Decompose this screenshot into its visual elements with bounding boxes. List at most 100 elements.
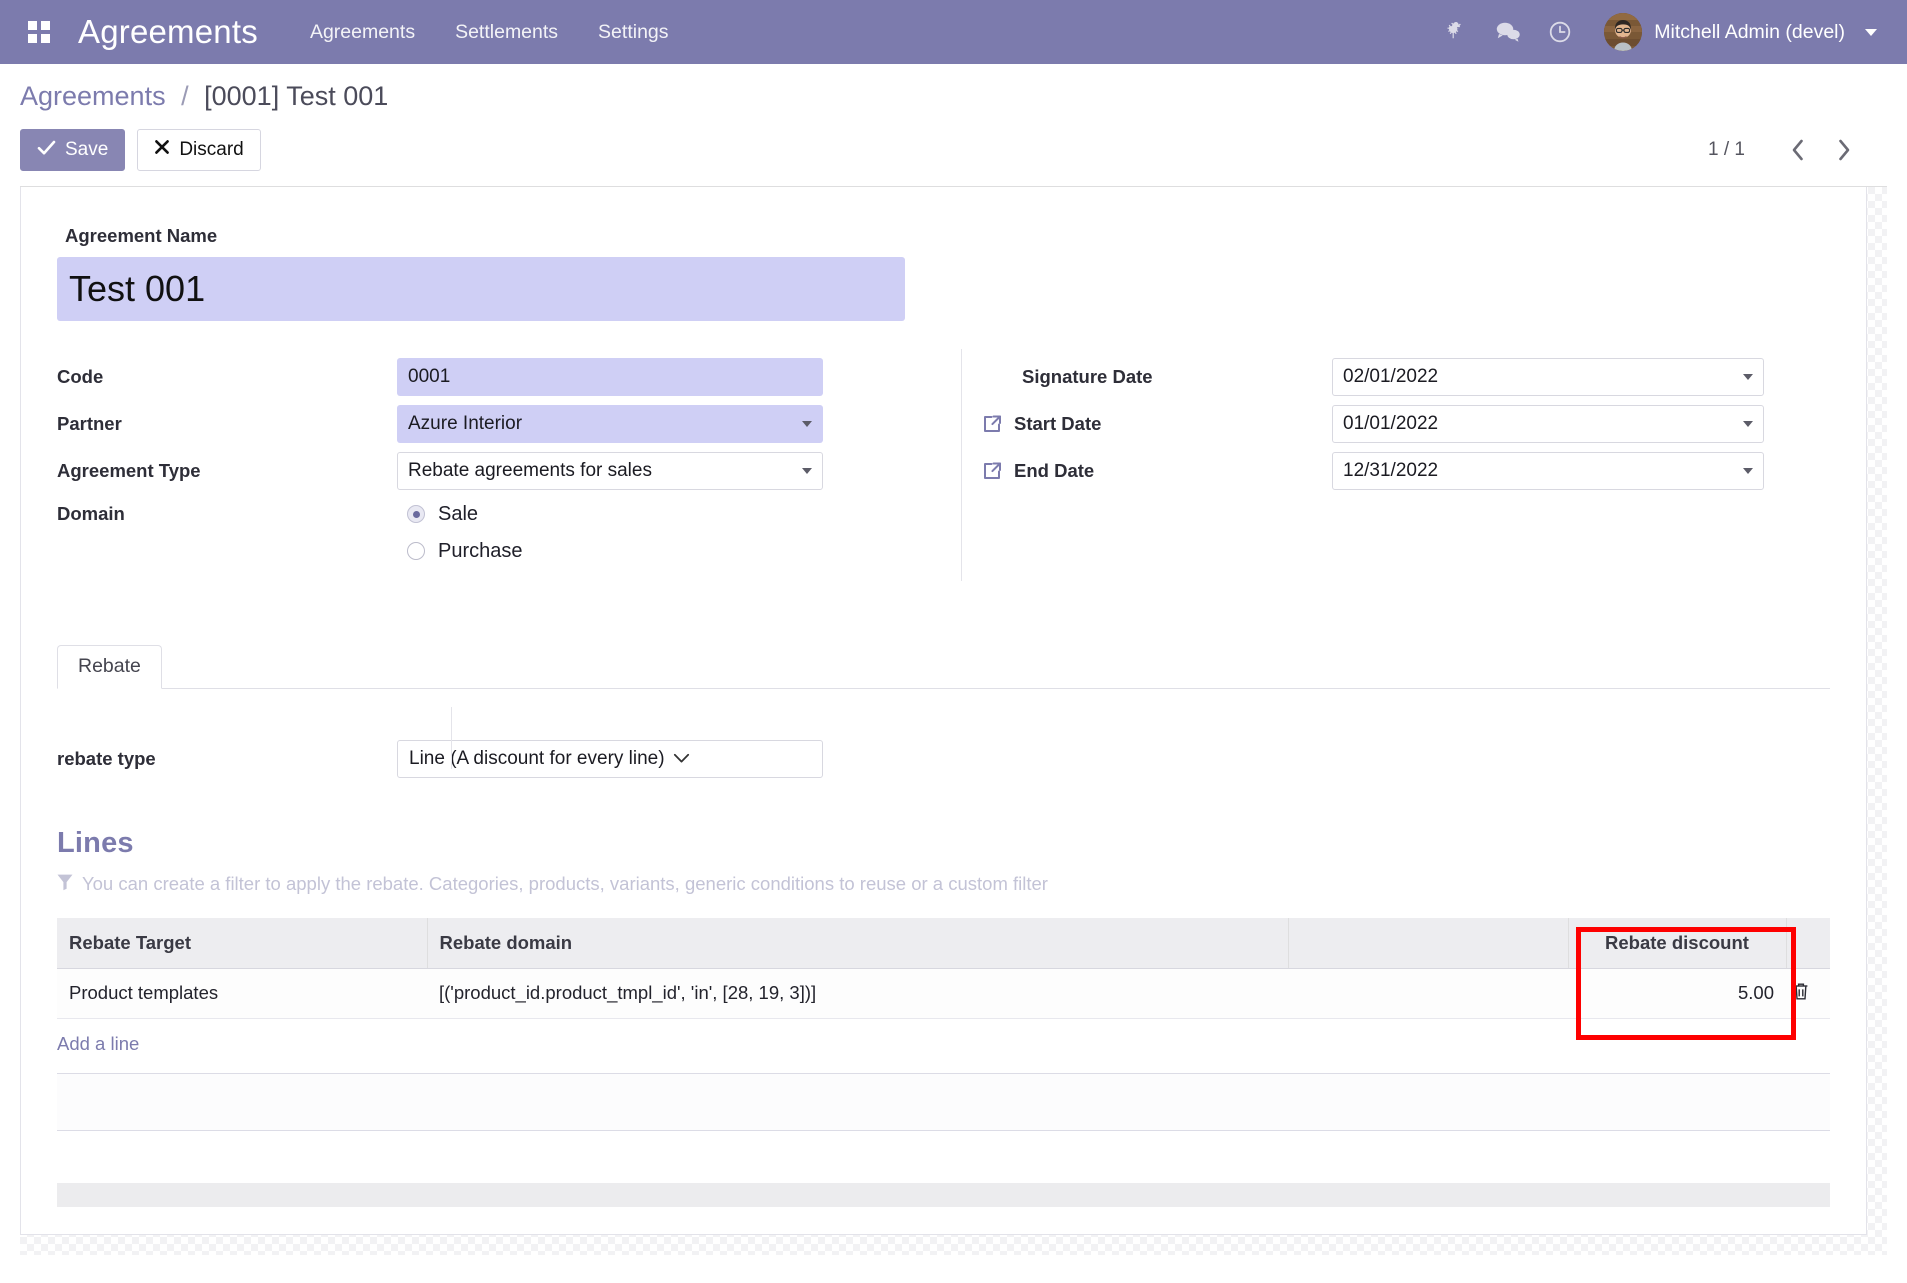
- breadcrumb-root[interactable]: Agreements: [20, 81, 166, 111]
- domain-option-purchase[interactable]: Purchase: [407, 533, 823, 570]
- code-input[interactable]: 0001: [397, 357, 823, 396]
- save-button[interactable]: Save: [20, 128, 126, 171]
- column-header-rebate-domain[interactable]: Rebate domain: [427, 917, 1289, 969]
- column-header-actions: [1786, 917, 1830, 969]
- pager-count: 1 / 1: [1708, 138, 1745, 160]
- rebate-type-value: Line (A discount for every line): [409, 747, 665, 769]
- notebook: Rebate rebate type Line (A discount for …: [57, 644, 1830, 1207]
- domain-option-sale[interactable]: Sale: [407, 496, 823, 533]
- user-menu[interactable]: Mitchell Admin (devel): [1604, 13, 1877, 51]
- breadcrumb-current: [0001] Test 001: [204, 81, 389, 111]
- check-icon: [37, 139, 56, 161]
- end-date-value: 12/31/2022: [1343, 459, 1439, 481]
- agreement-type-label: Agreement Type: [57, 459, 201, 481]
- breadcrumb: Agreements / [0001] Test 001: [20, 64, 1887, 112]
- pager-previous-button[interactable]: [1777, 129, 1819, 171]
- agreement-type-input[interactable]: Rebate agreements for sales: [397, 451, 823, 490]
- field-end-date: End Date 12/31/2022: [980, 449, 1830, 493]
- lines-empty-rows: [57, 1072, 1830, 1131]
- trash-icon[interactable]: [1792, 981, 1810, 1006]
- signature-date-input[interactable]: 02/01/2022: [1332, 357, 1764, 396]
- rebate-type-label: rebate type: [57, 747, 156, 769]
- external-link-icon[interactable]: [980, 459, 1004, 483]
- form-left-column: Code 0001 Partner Azure Interior Agreeme…: [57, 348, 962, 595]
- signature-date-value: 02/01/2022: [1343, 365, 1439, 387]
- avatar: [1604, 13, 1643, 51]
- agreement-name-input[interactable]: Test 001: [57, 256, 905, 321]
- activities-clock-icon[interactable]: [1534, 12, 1586, 52]
- lines-hint-text: You can create a filter to apply the reb…: [82, 873, 1048, 895]
- agreement-name-label: Agreement Name: [65, 224, 218, 246]
- lines-table-header-row: Rebate Target Rebate domain Rebate disco…: [57, 917, 1830, 969]
- nav-item-settings[interactable]: Settings: [598, 21, 668, 44]
- cell-rebate-domain[interactable]: [('product_id.product_tmpl_id', 'in', [2…: [427, 968, 1288, 1019]
- discard-button-label: Discard: [179, 138, 244, 160]
- table-row[interactable]: Product templates [('product_id.product_…: [57, 968, 1830, 1019]
- domain-radio-group: Sale Purchase: [397, 496, 823, 570]
- notebook-tabs: Rebate: [57, 644, 1830, 689]
- start-date-input[interactable]: 01/01/2022: [1332, 404, 1764, 443]
- form-sheet: Agreement Name Test 001 Code 0001 Partne…: [20, 186, 1867, 1235]
- cell-delete-action: [1786, 968, 1830, 1019]
- chevron-down-icon: [1743, 467, 1753, 474]
- navbar-menu: Agreements Settlements Settings: [310, 21, 669, 44]
- tab-panel-rebate: rebate type Line (A discount for every l…: [57, 689, 1830, 1207]
- filter-funnel-icon: [57, 873, 73, 896]
- apps-grid-icon[interactable]: [22, 15, 56, 49]
- domain-option-sale-label: Sale: [438, 502, 479, 525]
- partner-input[interactable]: Azure Interior: [397, 404, 823, 443]
- form-columns: Code 0001 Partner Azure Interior Agreeme…: [57, 348, 1830, 595]
- radio-selected-icon: [407, 505, 425, 524]
- top-navbar: Agreements Agreements Settlements Settin…: [0, 0, 1907, 64]
- form-view-background: Agreement Name Test 001 Code 0001 Partne…: [20, 185, 1887, 1255]
- user-name: Mitchell Admin (devel): [1654, 20, 1845, 43]
- column-header-blank: [1288, 917, 1569, 969]
- tab-rebate[interactable]: Rebate: [57, 644, 162, 689]
- partner-value: Azure Interior: [408, 412, 523, 434]
- external-link-icon[interactable]: [980, 412, 1004, 436]
- agreement-name-value: Test 001: [69, 267, 206, 309]
- end-date-input[interactable]: 12/31/2022: [1332, 451, 1764, 490]
- cell-rebate-discount[interactable]: 5.00: [1568, 968, 1786, 1019]
- lines-table: Rebate Target Rebate domain Rebate disco…: [57, 917, 1830, 1019]
- add-a-line-button[interactable]: Add a line: [57, 1033, 139, 1055]
- field-signature-date: Signature Date 02/01/2022: [980, 355, 1830, 399]
- chevron-down-icon: [1743, 420, 1753, 427]
- code-value: 0001: [408, 365, 451, 387]
- column-header-rebate-discount[interactable]: Rebate discount: [1568, 917, 1787, 969]
- control-panel: Agreements / [0001] Test 001 Save Discar…: [0, 64, 1907, 174]
- lines-section-title: Lines: [57, 826, 134, 859]
- lines-hint: You can create a filter to apply the reb…: [57, 873, 1830, 896]
- control-panel-actions: Save Discard 1 / 1: [20, 126, 1887, 174]
- field-code: Code 0001: [57, 355, 962, 399]
- code-label: Code: [57, 365, 104, 387]
- nav-item-agreements[interactable]: Agreements: [310, 21, 415, 44]
- rebate-type-select[interactable]: Line (A discount for every line): [397, 739, 823, 778]
- lines-footer-bar: [57, 1182, 1830, 1207]
- signature-date-label: Signature Date: [1022, 365, 1153, 387]
- field-agreement-type: Agreement Type Rebate agreements for sal…: [57, 449, 962, 493]
- close-icon: [154, 139, 170, 161]
- end-date-label: End Date: [1014, 459, 1095, 481]
- cell-rebate-target[interactable]: Product templates: [57, 968, 427, 1019]
- field-rebate-type: rebate type Line (A discount for every l…: [57, 737, 1830, 781]
- field-domain: Domain Sale Purchase: [57, 496, 962, 592]
- chevron-down-icon: [1865, 28, 1877, 36]
- start-date-label: Start Date: [1014, 412, 1102, 434]
- cell-blank: [1288, 968, 1568, 1019]
- app-brand-title[interactable]: Agreements: [78, 13, 258, 51]
- column-header-rebate-target[interactable]: Rebate Target: [57, 917, 428, 969]
- pager: 1 / 1: [1708, 129, 1887, 171]
- debug-bug-icon[interactable]: [1430, 12, 1482, 52]
- domain-option-purchase-label: Purchase: [438, 539, 523, 562]
- chevron-down-icon: [1743, 373, 1753, 380]
- save-button-label: Save: [65, 138, 109, 160]
- nav-item-settlements[interactable]: Settlements: [455, 21, 558, 44]
- agreement-type-value: Rebate agreements for sales: [408, 459, 652, 481]
- discard-button[interactable]: Discard: [137, 128, 261, 171]
- messages-icon[interactable]: [1482, 12, 1534, 52]
- radio-unselected-icon: [407, 542, 425, 561]
- pager-next-button[interactable]: [1823, 129, 1865, 171]
- chevron-down-icon: [802, 467, 812, 474]
- partner-label: Partner: [57, 412, 122, 434]
